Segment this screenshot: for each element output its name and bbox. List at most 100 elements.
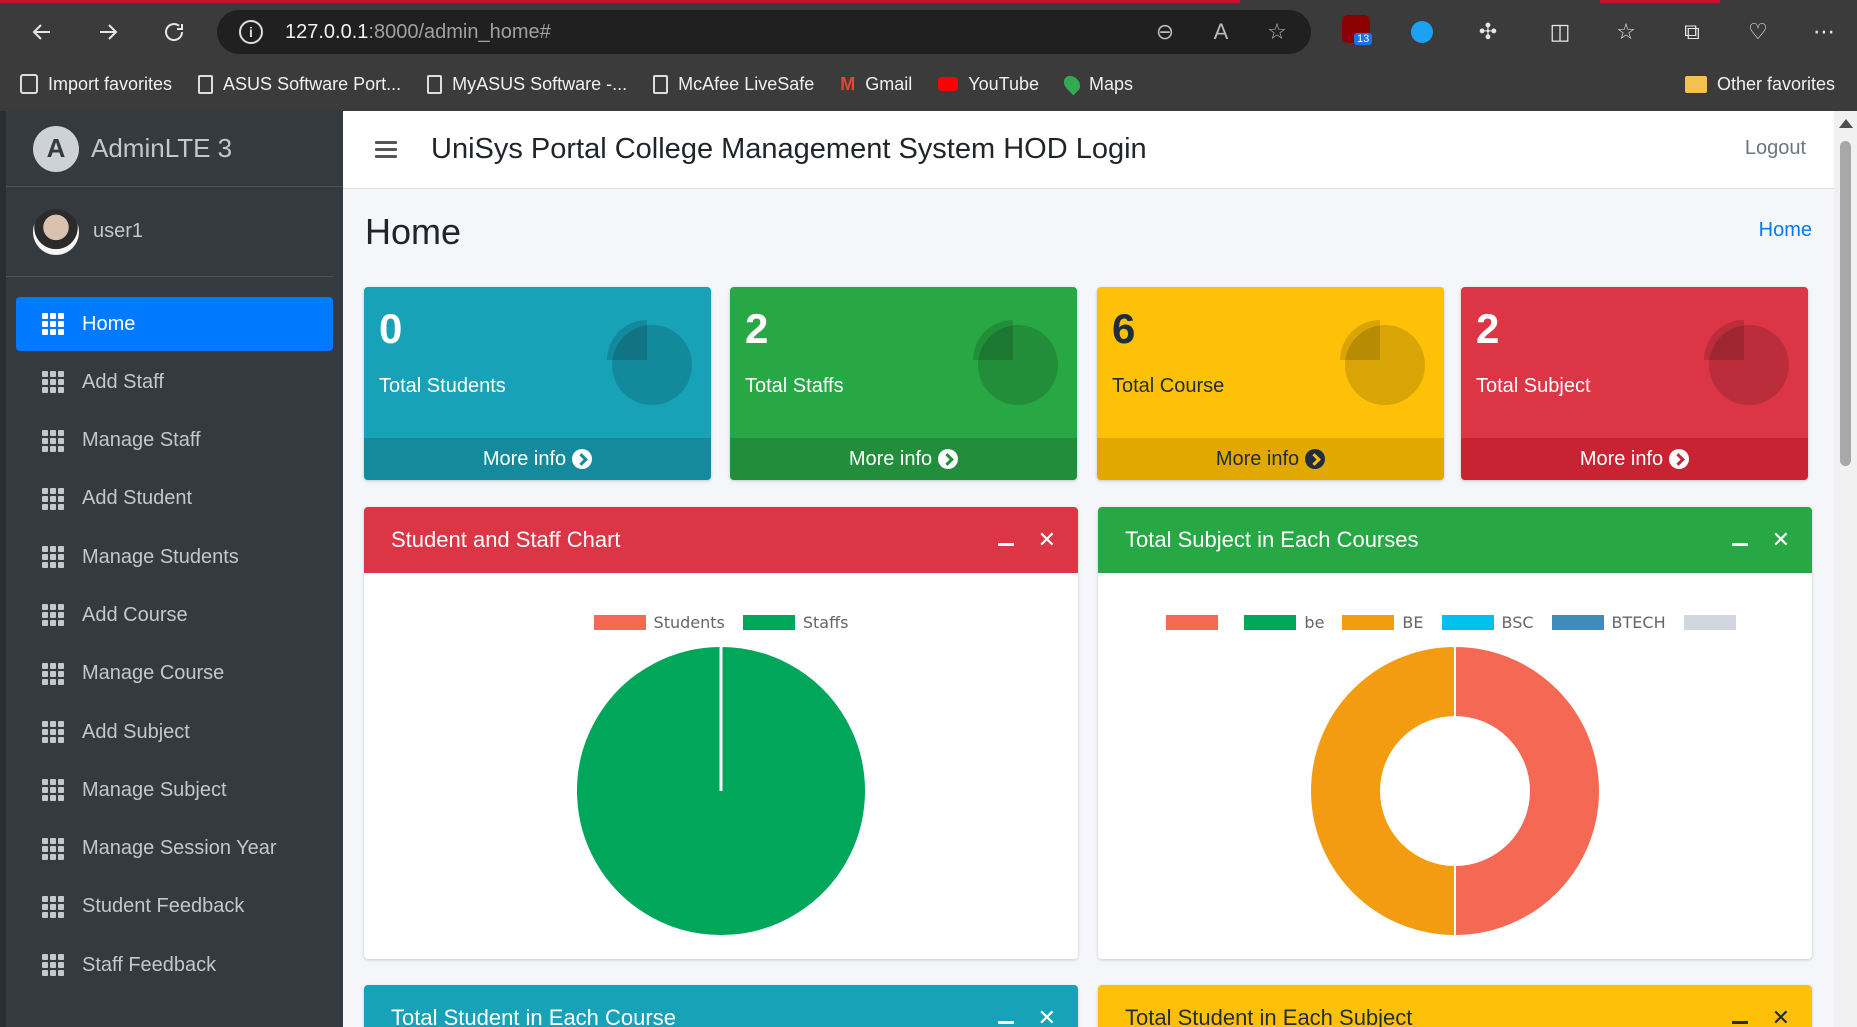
- stat-value: 6: [1112, 305, 1136, 352]
- stat-label: Total Subject: [1476, 375, 1591, 397]
- collapse-icon[interactable]: [1731, 1020, 1748, 1024]
- th-grid-icon: [42, 662, 66, 685]
- stat-value: 0: [379, 305, 403, 352]
- page-scrollbar[interactable]: [1834, 111, 1857, 1027]
- sidebar-item-manage-students[interactable]: Manage Students: [16, 530, 333, 584]
- menu-toggle-icon[interactable]: [375, 141, 397, 158]
- page-title: Home: [365, 211, 462, 252]
- bookmark-mcafee[interactable]: McAfee LiveSafe: [653, 74, 814, 95]
- th-grid-icon: [42, 604, 66, 627]
- favorite-star-icon[interactable]: ☆: [1263, 18, 1291, 46]
- sidebar-item-add-subject[interactable]: Add Subject: [16, 705, 333, 759]
- collapse-icon[interactable]: [1731, 542, 1748, 546]
- sidebar-item-label: Manage Course: [82, 662, 225, 685]
- sidebar-item-add-student[interactable]: Add Student: [16, 472, 333, 526]
- card-subject-courses-chart: Total Subject in Each Courses ✕ be BE BSC B…: [1098, 507, 1812, 959]
- folder-icon: [1684, 75, 1707, 93]
- sidebar-item-manage-subject[interactable]: Manage Subject: [16, 763, 333, 817]
- close-icon[interactable]: ✕: [1038, 529, 1056, 551]
- performance-icon[interactable]: ♡: [1738, 12, 1778, 52]
- more-info-label: More info: [848, 447, 933, 470]
- arrow-circle-right-icon: [1305, 449, 1326, 469]
- forward-icon[interactable]: [88, 12, 128, 52]
- bookmark-label: Gmail: [865, 73, 913, 94]
- other-favorites[interactable]: Other favorites: [1684, 64, 1835, 104]
- brand-name: AdminLTE 3: [91, 133, 233, 163]
- pie-slice-be[interactable]: [1309, 644, 1456, 938]
- stat-box-subject: 2 Total Subject More info: [1461, 287, 1808, 480]
- card-student-staff-chart: Student and Staff Chart ✕ Students Staffs: [364, 507, 1078, 959]
- more-info-link[interactable]: More info: [730, 438, 1077, 480]
- card-title: Student and Staff Chart: [391, 527, 621, 552]
- sidebar-item-student-feedback[interactable]: Student Feedback: [16, 880, 333, 934]
- sidebar-item-manage-session-year[interactable]: Manage Session Year: [16, 822, 333, 876]
- youtube-icon: [938, 77, 959, 91]
- sidebar-item-label: Staff Feedback: [82, 953, 217, 976]
- collapse-icon[interactable]: [997, 1020, 1014, 1024]
- th-grid-icon: [42, 895, 66, 918]
- card-header: Total Student in Each Subject ✕: [1098, 985, 1812, 1027]
- scroll-up-icon[interactable]: [1839, 119, 1853, 128]
- app-title: UniSys Portal College Management System …: [431, 133, 1147, 165]
- site-info-icon[interactable]: i: [239, 20, 263, 44]
- browser-chrome: i 127.0.0.1:8000/admin_home# ⊖ A ☆ 13 ✣ …: [0, 0, 1857, 111]
- bookmark-gmail[interactable]: M Gmail: [840, 74, 912, 95]
- sidebar-item-manage-course[interactable]: Manage Course: [16, 647, 333, 701]
- sidebar-item-label: Student Feedback: [82, 895, 245, 918]
- logout-link[interactable]: Logout: [1745, 137, 1806, 160]
- pie-slice-unnamed[interactable]: [1454, 644, 1601, 938]
- user-panel[interactable]: user1: [6, 187, 333, 277]
- user-name[interactable]: user1: [93, 220, 143, 243]
- sidebar-item-add-staff[interactable]: Add Staff: [16, 355, 333, 409]
- card-title: Total Student in Each Subject: [1125, 1005, 1413, 1027]
- sidebar-item-staff-feedback[interactable]: Staff Feedback: [16, 938, 333, 992]
- card-header: Student and Staff Chart ✕: [364, 507, 1078, 573]
- card-header: Total Subject in Each Courses ✕: [1098, 507, 1812, 573]
- collapse-icon[interactable]: [997, 542, 1014, 546]
- collections-icon[interactable]: ⧉: [1672, 12, 1712, 52]
- sidebar-item-add-course[interactable]: Add Course: [16, 588, 333, 642]
- bookmark-asus-software[interactable]: ASUS Software Port...: [198, 74, 401, 95]
- favorites-icon[interactable]: ☆: [1606, 12, 1646, 52]
- scrollbar-thumb[interactable]: [1840, 141, 1851, 466]
- close-icon[interactable]: ✕: [1772, 1007, 1790, 1027]
- extension-icon[interactable]: 13: [1342, 15, 1373, 45]
- close-icon[interactable]: ✕: [1038, 1007, 1056, 1027]
- url-text[interactable]: 127.0.0.1:8000/admin_home#: [285, 21, 551, 44]
- split-screen-icon[interactable]: ◫: [1540, 12, 1580, 52]
- sidebar-item-label: Add Subject: [82, 720, 190, 743]
- back-icon[interactable]: [22, 12, 62, 52]
- th-grid-icon: [42, 313, 66, 335]
- more-info-link[interactable]: More info: [1461, 438, 1808, 480]
- more-menu-icon[interactable]: ⋯: [1804, 12, 1844, 52]
- bookmark-maps[interactable]: Maps: [1060, 72, 1133, 96]
- read-aloud-icon[interactable]: A: [1207, 18, 1235, 46]
- pie-chart-icon: [1704, 320, 1789, 405]
- card-student-subject-chart: Total Student in Each Subject ✕: [1098, 985, 1812, 1027]
- bookmark-myasus[interactable]: MyASUS Software -...: [427, 74, 627, 95]
- stat-boxes: 0 Total Students More info 2 Total Staff…: [364, 287, 1808, 480]
- bookmark-import-favorites[interactable]: Import favorites: [20, 74, 172, 95]
- bookmark-label: ASUS Software Port...: [223, 73, 402, 94]
- arrow-circle-right-icon: [1669, 449, 1690, 469]
- pie-chart-icon: [1340, 320, 1425, 405]
- extensions-puzzle-icon[interactable]: ✣: [1468, 12, 1508, 52]
- zoom-out-icon[interactable]: ⊖: [1151, 18, 1179, 46]
- brand-link[interactable]: A AdminLTE 3: [6, 111, 343, 187]
- close-icon[interactable]: ✕: [1772, 529, 1790, 551]
- page-icon: [198, 74, 214, 94]
- more-info-link[interactable]: More info: [364, 438, 711, 480]
- refresh-icon[interactable]: [154, 12, 194, 52]
- shield-extension-icon[interactable]: [1402, 12, 1442, 52]
- sidebar-item-home[interactable]: Home: [16, 297, 333, 351]
- bookmark-youtube[interactable]: YouTube: [938, 74, 1039, 95]
- sidebar: A AdminLTE 3 user1 Home Add Staff Manage S…: [0, 111, 343, 1027]
- bookmarks-bar: Import favorites ASUS Software Port... M…: [0, 64, 1857, 104]
- breadcrumb[interactable]: Home: [1759, 219, 1812, 242]
- bookmark-label: McAfee LiveSafe: [678, 73, 815, 94]
- sidebar-item-manage-staff[interactable]: Manage Staff: [16, 414, 333, 468]
- gmail-icon: M: [840, 74, 856, 94]
- card-student-course-chart: Total Student in Each Course ✕: [364, 985, 1078, 1027]
- more-info-link[interactable]: More info: [1097, 438, 1444, 480]
- address-bar[interactable]: i 127.0.0.1:8000/admin_home# ⊖ A ☆: [217, 10, 1311, 54]
